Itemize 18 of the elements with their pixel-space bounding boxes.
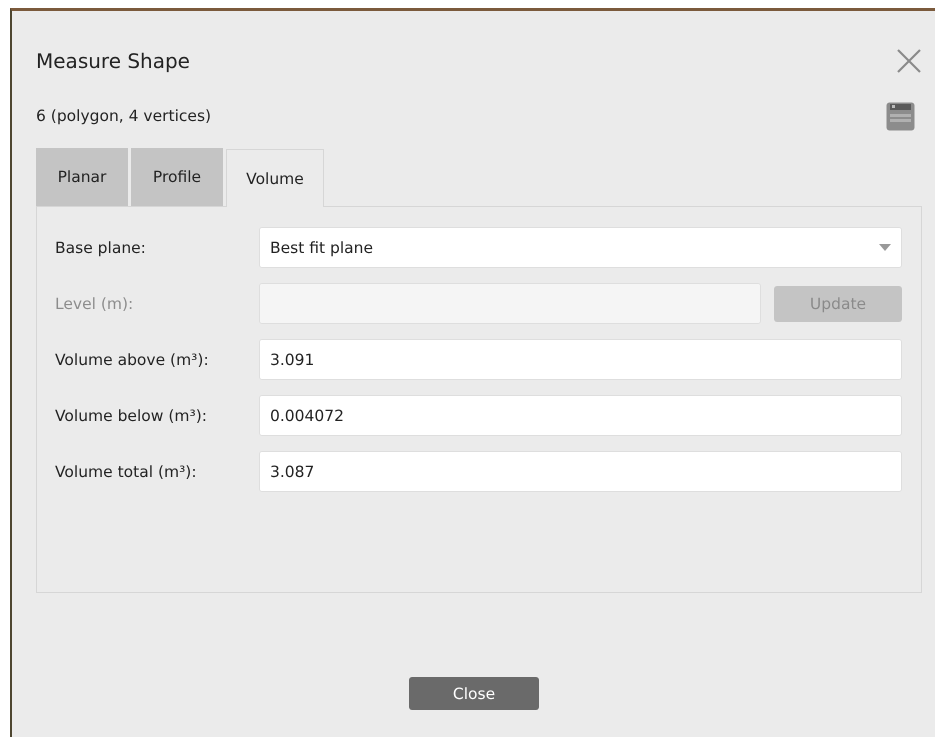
field-label: Volume below (m³):: [55, 406, 208, 424]
close-icon[interactable]: [896, 48, 922, 74]
caret-icon: [879, 244, 891, 251]
save-icon[interactable]: [886, 102, 915, 130]
tab[interactable]: Profile: [131, 148, 223, 206]
tab[interactable]: Planar: [36, 148, 128, 206]
field-label: Volume total (m³):: [55, 462, 198, 480]
tab[interactable]: Volume: [226, 149, 324, 207]
input-field[interactable]: 3.091: [259, 339, 902, 380]
field-label: Base plane:: [55, 238, 147, 256]
shape-description: 6 (polygon, 4 vertices): [36, 107, 212, 125]
field-label: Volume above (m³):: [55, 350, 210, 368]
dialog-title: Measure Shape: [36, 49, 190, 73]
input-field[interactable]: 3.087: [259, 451, 902, 492]
input-field[interactable]: 0.004072: [259, 395, 902, 436]
close-button[interactable]: Close: [409, 677, 539, 710]
field-label: Level (m):: [55, 294, 134, 312]
dropdown-field[interactable]: Best fit plane: [259, 227, 902, 268]
